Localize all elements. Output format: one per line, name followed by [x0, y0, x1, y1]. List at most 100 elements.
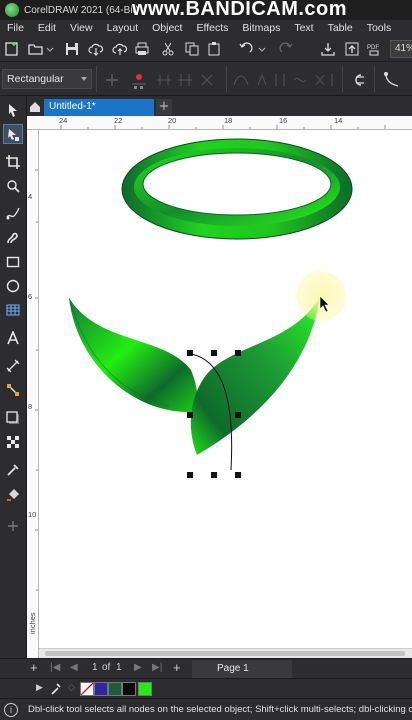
pick-tool-icon: [9, 104, 17, 117]
freehand-tool[interactable]: [3, 204, 23, 224]
ruler-unit: inches: [28, 612, 37, 634]
save-icon[interactable]: [64, 41, 80, 57]
last-page-icon[interactable]: ▶|: [152, 662, 162, 673]
node-type-icons[interactable]: [154, 70, 222, 90]
horizontal-ruler[interactable]: 24 22 20 18 16 14: [27, 116, 412, 130]
ruler-label: 24: [59, 116, 68, 125]
extract-subpath-icon[interactable]: [348, 70, 368, 90]
ruler-label: 6: [28, 292, 33, 301]
node-add-delete-icon[interactable]: [104, 70, 148, 90]
curve-segment-icons[interactable]: [232, 70, 342, 90]
menu-bitmaps[interactable]: Bitmaps: [235, 22, 287, 34]
right-wing-shape[interactable]: [190, 296, 320, 455]
zoom-tool[interactable]: [3, 176, 23, 196]
property-bar: Rectangular: [0, 62, 412, 96]
open-icon[interactable]: [28, 41, 44, 57]
cloud-download-icon[interactable]: [88, 41, 104, 57]
cloud-upload-icon[interactable]: [112, 41, 128, 57]
zoom-tool-icon: [7, 180, 20, 193]
undo-dropdown-icon[interactable]: [258, 41, 266, 57]
horizontal-scrollbar[interactable]: [39, 648, 412, 658]
color-swatch[interactable]: [108, 682, 122, 696]
pick-tool[interactable]: [3, 100, 23, 120]
tab-untitled-1[interactable]: Untitled-1*: [44, 99, 154, 116]
scrollbar-thumb[interactable]: [45, 651, 405, 656]
new-tab-button[interactable]: +: [156, 99, 172, 115]
next-page-icon[interactable]: ▶: [134, 662, 142, 673]
connector-tool[interactable]: [3, 380, 23, 400]
color-swatch[interactable]: [122, 682, 136, 696]
chevron-down-icon: [81, 77, 87, 81]
eyedropper-tool[interactable]: [3, 460, 23, 480]
undo-icon[interactable]: [238, 41, 254, 57]
rectangle-tool-icon: [6, 256, 20, 268]
rectangle-tool[interactable]: [3, 252, 23, 272]
toolbox: [0, 96, 27, 698]
menu-text[interactable]: Text: [287, 22, 320, 34]
text-tool-icon: [7, 331, 19, 345]
add-page-before-button[interactable]: +: [30, 660, 38, 675]
crop-tool-icon: [6, 155, 20, 169]
drawing-canvas[interactable]: [39, 130, 412, 648]
drop-shadow-icon: [6, 411, 19, 424]
divider: [226, 66, 227, 92]
zoom-level-field[interactable]: 41%: [390, 40, 412, 58]
cut-icon[interactable]: [160, 41, 176, 57]
ellipse-tool-icon: [6, 279, 20, 293]
artistic-media-tool[interactable]: [3, 228, 23, 248]
menu-tools[interactable]: Tools: [360, 22, 399, 34]
print-icon[interactable]: [134, 41, 150, 57]
polygon-tool[interactable]: [3, 300, 23, 320]
menu-effects[interactable]: Effects: [189, 22, 235, 34]
divider: [96, 66, 97, 92]
palette-scroll-icon[interactable]: ▶: [36, 683, 43, 693]
redo-icon[interactable]: [278, 41, 294, 57]
shape-mode-select[interactable]: Rectangular: [2, 69, 92, 89]
ellipse-tool[interactable]: [3, 276, 23, 296]
menu-table[interactable]: Table: [321, 22, 360, 34]
first-page-icon[interactable]: |◀: [50, 662, 60, 673]
copy-icon[interactable]: [184, 41, 200, 57]
interactive-fill-tool[interactable]: [3, 484, 23, 504]
polygon-tool-icon: [6, 304, 20, 316]
home-tab[interactable]: [27, 99, 43, 115]
dimension-tool[interactable]: [3, 356, 23, 376]
coreldraw-logo-icon: [5, 3, 19, 17]
ruler-label: 10: [28, 510, 37, 519]
text-tool[interactable]: [3, 328, 23, 348]
new-document-icon[interactable]: [4, 41, 20, 57]
reflect-nodes-icon[interactable]: [382, 70, 402, 90]
drop-shadow-tool[interactable]: [3, 408, 23, 428]
color-swatch[interactable]: [94, 682, 108, 696]
menu-edit[interactable]: Edit: [31, 22, 63, 34]
divider: [342, 66, 343, 92]
import-icon[interactable]: [320, 41, 336, 57]
palette-eyedropper-icon[interactable]: [50, 682, 62, 696]
shape-tool[interactable]: [3, 124, 23, 144]
menu-file[interactable]: File: [0, 22, 31, 34]
quick-customize-button[interactable]: [3, 516, 23, 536]
paste-icon[interactable]: [206, 41, 222, 57]
menu-layout[interactable]: Layout: [100, 22, 146, 34]
transparency-tool[interactable]: [3, 432, 23, 452]
open-dropdown-icon[interactable]: [46, 41, 54, 57]
coreldraw-window: CorelDRAW 2021 (64-Bit) www.BANDICAM.com…: [0, 0, 412, 720]
window-title: CorelDRAW 2021 (64-Bit): [24, 4, 139, 16]
vertical-ruler[interactable]: 4 6 8 10 inches: [27, 130, 39, 658]
export-icon[interactable]: [344, 41, 360, 57]
menu-view[interactable]: View: [63, 22, 100, 34]
palette-color-icon[interactable]: ◇: [68, 683, 75, 693]
ruler-label: 20: [168, 116, 177, 125]
pdf-icon[interactable]: PDF: [366, 41, 382, 57]
halo-ring-shape[interactable]: [121, 138, 353, 240]
no-fill-swatch[interactable]: [80, 682, 94, 696]
color-swatch[interactable]: [138, 682, 152, 696]
menu-object[interactable]: Object: [145, 22, 189, 34]
ruler-label: 16: [279, 116, 288, 125]
left-wing-shape[interactable]: [69, 298, 198, 413]
tab-page-1[interactable]: Page 1: [192, 660, 292, 678]
prev-page-icon[interactable]: ◀: [70, 662, 78, 673]
crop-tool[interactable]: [3, 152, 23, 172]
freehand-tool-icon: [6, 207, 20, 220]
add-page-after-button[interactable]: +: [173, 660, 181, 675]
